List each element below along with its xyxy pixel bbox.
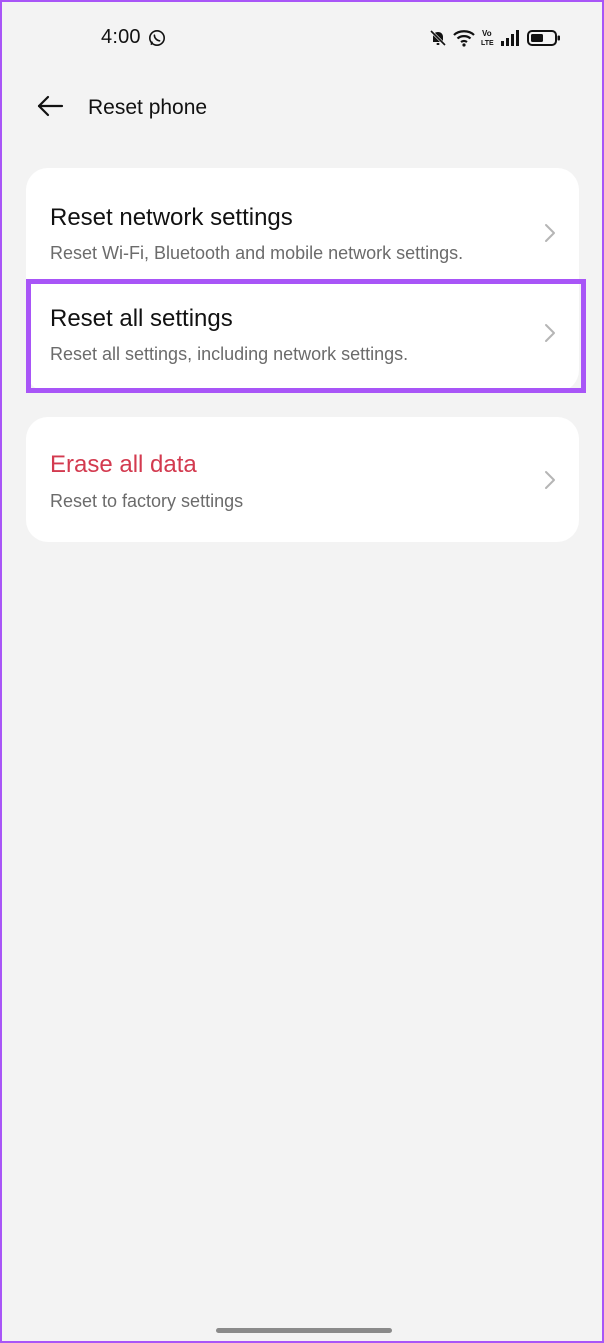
- battery-icon: [527, 29, 561, 47]
- bell-off-icon: [429, 29, 447, 47]
- chevron-right-icon: [543, 322, 557, 344]
- reset-network-settings-title: Reset network settings: [50, 204, 293, 231]
- reset-options-card: Reset network settings Reset Wi-Fi, Blue…: [26, 168, 579, 392]
- erase-all-data-title: Erase all data: [50, 451, 197, 478]
- wifi-icon: [453, 29, 475, 47]
- page-title: Reset phone: [88, 96, 208, 119]
- erase-card: Erase all data Reset to factory settings: [26, 417, 579, 542]
- status-bar: 4:00 Vo LTE: [2, 2, 602, 72]
- reset-all-settings-item[interactable]: Reset all settings Reset all settings, i…: [26, 280, 579, 392]
- reset-network-settings-item[interactable]: Reset network settings Reset Wi-Fi, Blue…: [26, 168, 579, 280]
- volte-icon: Vo LTE: [481, 28, 495, 48]
- erase-all-data-item[interactable]: Erase all data Reset to factory settings: [26, 417, 579, 542]
- chevron-right-icon: [543, 469, 557, 491]
- home-indicator[interactable]: [216, 1328, 392, 1333]
- phone-screen: 4:00 Vo LTE Reset phone Reset network se…: [0, 0, 604, 1343]
- reset-all-settings-title: Reset all settings: [50, 305, 233, 332]
- svg-text:Vo: Vo: [482, 29, 492, 38]
- arrow-left-icon: [36, 95, 64, 122]
- whatsapp-icon: [148, 29, 166, 47]
- reset-all-settings-subtitle: Reset all settings, including network se…: [50, 344, 409, 364]
- chevron-right-icon: [543, 222, 557, 244]
- svg-text:LTE: LTE: [481, 40, 494, 47]
- status-time: 4:00: [101, 26, 141, 48]
- back-button[interactable]: [32, 90, 68, 126]
- signal-icon: [501, 30, 521, 46]
- reset-network-settings-subtitle: Reset Wi-Fi, Bluetooth and mobile networ…: [50, 243, 464, 263]
- status-icons: Vo LTE: [429, 28, 561, 48]
- erase-all-data-subtitle: Reset to factory settings: [50, 491, 244, 511]
